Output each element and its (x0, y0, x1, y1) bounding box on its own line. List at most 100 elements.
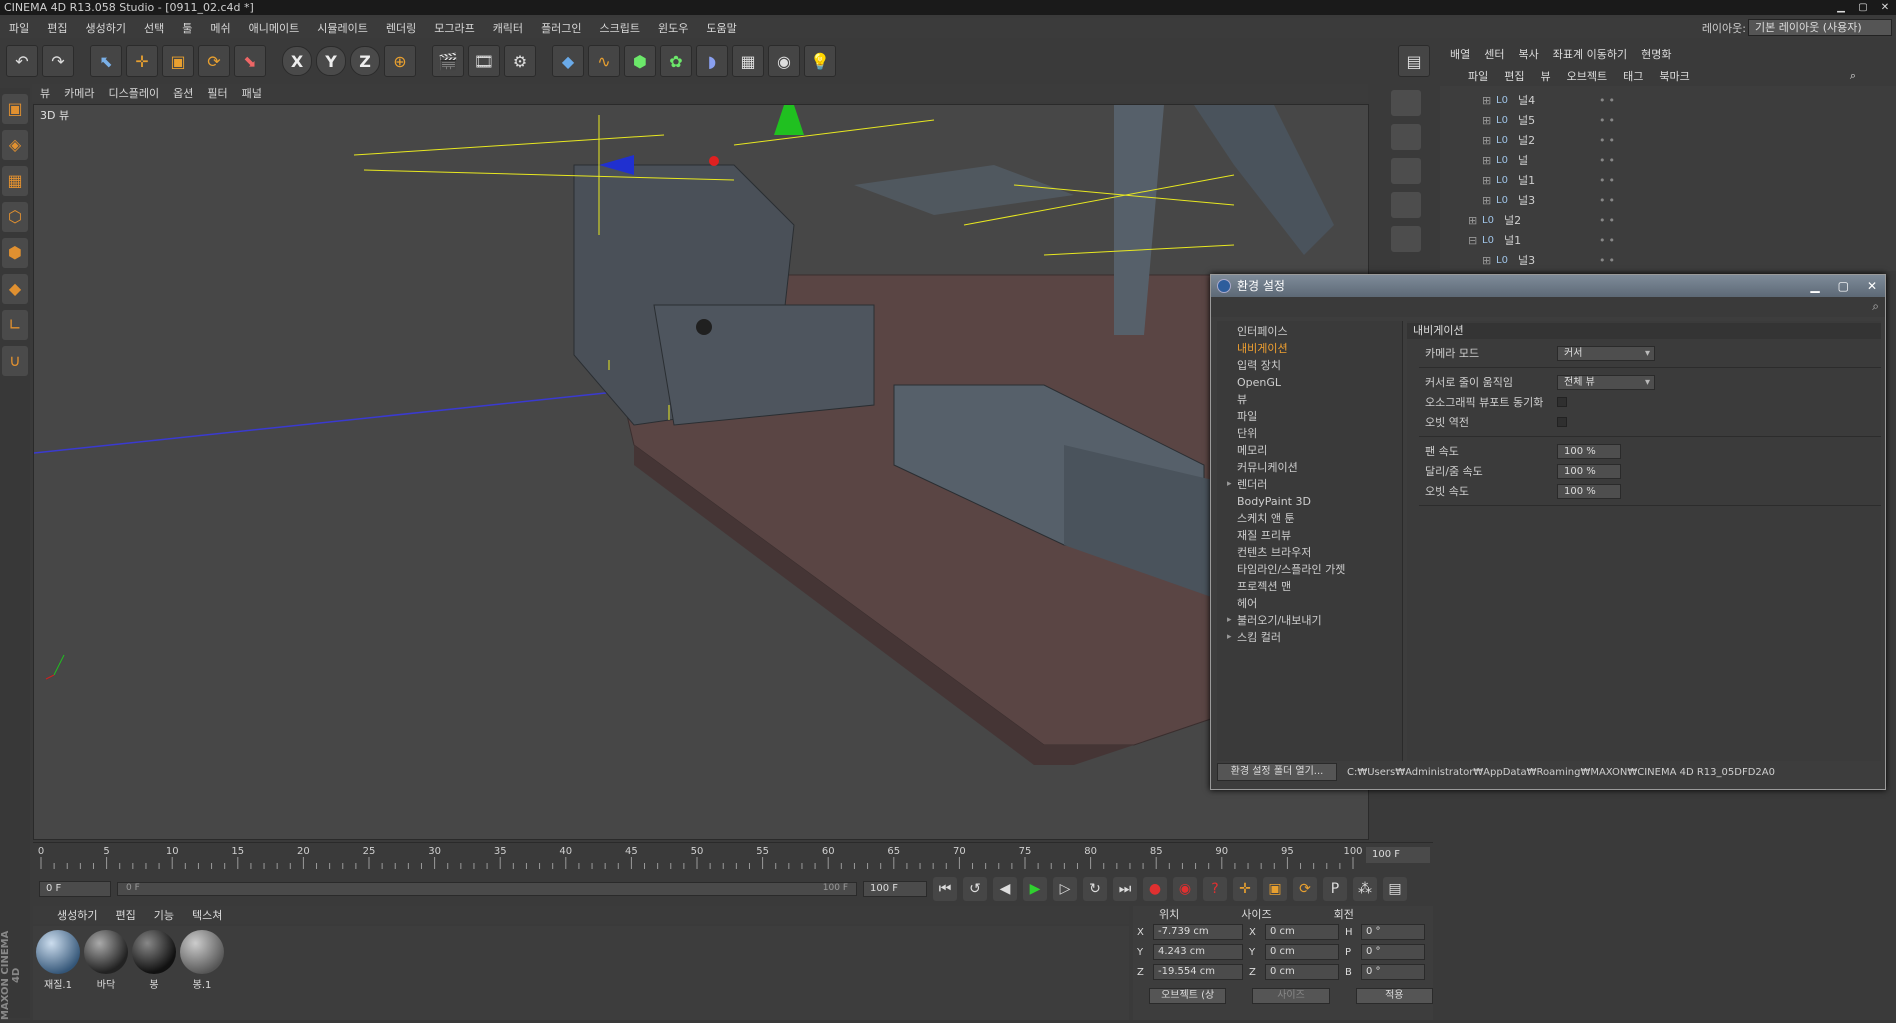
prev-frame-icon[interactable]: ◀ (993, 877, 1017, 901)
mm-menu-create[interactable]: 생성하기 (57, 907, 97, 923)
edges-mode-icon[interactable]: ⬢ (2, 238, 28, 268)
texture-mode-icon[interactable]: ▦ (2, 166, 28, 196)
points-mode-icon[interactable]: ⬡ (2, 202, 28, 232)
key-param-icon[interactable]: P (1323, 877, 1347, 901)
key-position-icon[interactable]: ✛ (1233, 877, 1257, 901)
category-content-browser[interactable]: 컨텐츠 브라우저 (1217, 544, 1402, 561)
visibility-dots[interactable]: •• (1599, 194, 1848, 207)
material-swatch[interactable]: 봉.1 (179, 930, 225, 1016)
menu-render[interactable]: 렌더링 (377, 20, 425, 36)
object-row[interactable]: ⊞ L0 널 •• (1468, 150, 1848, 170)
object-row[interactable]: ⊞ L0 널2 •• (1468, 210, 1848, 230)
category-import-export[interactable]: 불러오기/내보내기 (1217, 612, 1402, 629)
position-z-field[interactable]: -19.554 cm (1153, 964, 1243, 980)
menu-select[interactable]: 선택 (135, 20, 173, 36)
layout-select[interactable]: 기본 레이아웃 (사용자) (1748, 19, 1892, 36)
rotation-p-field[interactable]: 0 ° (1361, 944, 1425, 960)
layout-folder-icon[interactable]: ▤ (1398, 45, 1430, 77)
category-navigation[interactable]: 내비게이션 (1217, 340, 1402, 357)
category-sketch-toon[interactable]: 스케치 앤 툰 (1217, 510, 1402, 527)
category-timeline-spline[interactable]: 타임라인/스플라인 가젯 (1217, 561, 1402, 578)
category-memory[interactable]: 메모리 (1217, 442, 1402, 459)
menu-animate[interactable]: 애니메이트 (240, 20, 309, 36)
expand-icon[interactable]: ⊞ (1468, 214, 1482, 227)
x-axis-lock-icon[interactable]: X (282, 46, 312, 76)
expand-icon[interactable]: ⊞ (1482, 194, 1496, 207)
array-icon[interactable]: ✿ (660, 45, 692, 77)
mm-menu-texture[interactable]: 텍스쳐 (192, 907, 222, 923)
key-pla-icon[interactable]: ⁂ (1353, 877, 1377, 901)
expand-icon[interactable]: ⊞ (1482, 94, 1496, 107)
redo-icon[interactable]: ↷ (42, 45, 74, 77)
floor-icon[interactable]: ▦ (732, 45, 764, 77)
om-menu-tags[interactable]: 태그 (1623, 68, 1643, 84)
apply-button[interactable]: 적용 (1355, 988, 1433, 1004)
rotation-h-field[interactable]: 0 ° (1361, 924, 1425, 940)
cube-icon[interactable]: ◆ (552, 45, 584, 77)
material-swatch[interactable]: 재질.1 (35, 930, 81, 1016)
menu-create[interactable]: 생성하기 (77, 20, 135, 36)
menu-simulate[interactable]: 시뮬레이트 (308, 20, 377, 36)
expand-icon[interactable]: ⊞ (1482, 154, 1496, 167)
om-menu-edit[interactable]: 편집 (1504, 68, 1524, 84)
record-icon[interactable]: ● (1143, 877, 1167, 901)
cursor-pos-dropdown[interactable]: 전체 뷰 (1557, 374, 1655, 390)
visibility-dots[interactable]: •• (1599, 94, 1848, 107)
coordinate-system-icon[interactable]: ⊕ (384, 45, 416, 77)
scale-tool-icon[interactable]: ▣ (162, 45, 194, 77)
category-interface[interactable]: 인터페이스 (1217, 323, 1402, 340)
timeline-ruler[interactable]: 0 5 10 15 20 25 30 35 40 45 50 55 60 65 70 75 80 85 90 95 10… (33, 842, 1433, 872)
category-opengl[interactable]: OpenGL (1217, 374, 1402, 391)
category-projection-man[interactable]: 프로젝션 맨 (1217, 578, 1402, 595)
size-x-field[interactable]: 0 cm (1265, 924, 1339, 940)
current-frame-field[interactable]: 0 F (39, 881, 111, 897)
visibility-dots[interactable]: •• (1599, 254, 1848, 267)
autokey-icon[interactable]: ◉ (1173, 877, 1197, 901)
category-material-preview[interactable]: 재질 프리뷰 (1217, 527, 1402, 544)
object-row[interactable]: ⊟ L0 널1 •• (1468, 230, 1848, 250)
close-icon[interactable]: ✕ (1874, 0, 1896, 15)
light-icon[interactable]: 💡 (804, 45, 836, 77)
object-row[interactable]: ⊞ L0 널4 •• (1468, 90, 1848, 110)
ortho-sync-checkbox[interactable] (1557, 397, 1567, 407)
maximize-icon[interactable]: ▢ (1852, 0, 1874, 15)
timeline-icon[interactable]: ▤ (1383, 877, 1407, 901)
key-scale-icon[interactable]: ▣ (1263, 877, 1287, 901)
axis-mode-icon[interactable]: ∟ (2, 310, 28, 340)
material-icon[interactable] (1391, 226, 1421, 252)
polygons-mode-icon[interactable]: ◆ (2, 274, 28, 304)
vp-menu-display[interactable]: 디스플레이 (109, 85, 160, 101)
menu-edit[interactable]: 편집 (38, 20, 76, 36)
maximize-icon[interactable]: ▢ (1838, 275, 1849, 297)
category-files[interactable]: 파일 (1217, 408, 1402, 425)
category-bodypaint[interactable]: BodyPaint 3D (1217, 493, 1402, 510)
deformer-icon[interactable]: ◗ (696, 45, 728, 77)
max-frame-field[interactable]: 100 F (863, 881, 927, 897)
search-icon[interactable]: ⌕ (1850, 69, 1896, 83)
key-rotation-icon[interactable]: ⟳ (1293, 877, 1317, 901)
category-renderer[interactable]: 렌더러 (1217, 476, 1402, 493)
3d-viewport[interactable]: 3D 뷰 (33, 104, 1369, 840)
model-mode-icon[interactable]: ▣ (2, 94, 28, 124)
material-swatch[interactable]: 바닥 (83, 930, 129, 1016)
render-settings-icon[interactable]: ⚙ (504, 45, 536, 77)
z-axis-lock-icon[interactable]: Z (350, 46, 380, 76)
goto-end-icon[interactable]: ⏭ (1113, 877, 1137, 901)
collapse-icon[interactable]: ⊟ (1468, 234, 1482, 247)
object-mode-icon[interactable]: ◈ (2, 130, 28, 160)
move-tool-icon[interactable]: ✛ (126, 45, 158, 77)
undo-icon[interactable]: ↶ (6, 45, 38, 77)
menu-character[interactable]: 캐릭터 (484, 20, 532, 36)
minimize-icon[interactable]: ▁ (1810, 275, 1819, 297)
render-view-icon[interactable]: 🎬 (432, 45, 464, 77)
vp-menu-camera[interactable]: 카메라 (64, 85, 94, 101)
expand-icon[interactable]: ⊞ (1482, 174, 1496, 187)
category-scheme-colors[interactable]: 스킴 컬러 (1217, 629, 1402, 646)
open-prefs-folder-button[interactable]: 환경 설정 폴더 열기... (1217, 763, 1337, 781)
copy-button[interactable]: 복사 (1519, 46, 1539, 62)
camera-icon[interactable]: ◉ (768, 45, 800, 77)
vp-menu-options[interactable]: 옵션 (173, 85, 193, 101)
vp-menu-view[interactable]: 뷰 (40, 85, 50, 101)
menu-tools[interactable]: 툴 (173, 20, 201, 36)
play-icon[interactable]: ▶ (1023, 877, 1047, 901)
